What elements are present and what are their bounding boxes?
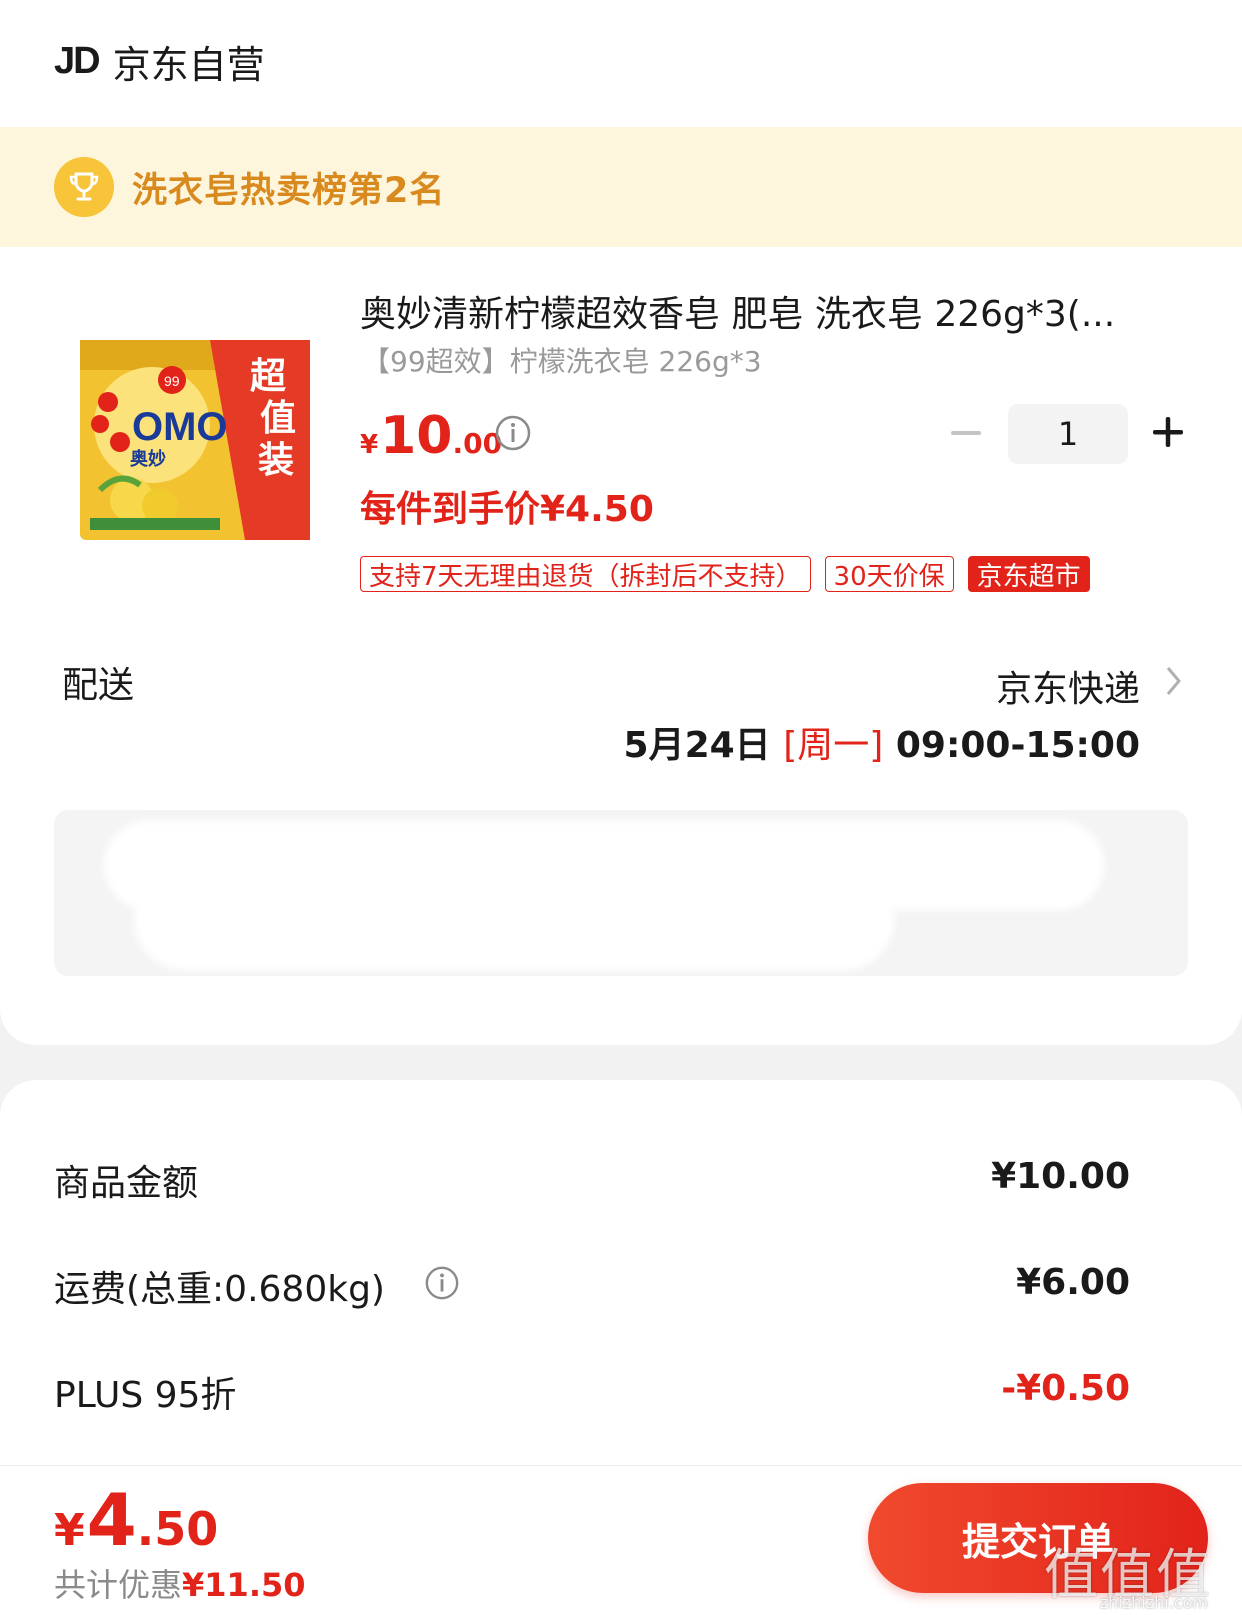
shipping-fee-value: ¥6.00 [1016, 1262, 1130, 1303]
total-savings[interactable]: 共计优惠¥11.50 [54, 1560, 306, 1606]
product-image[interactable]: OMO 奥妙 99 超 值 装 [60, 300, 330, 570]
shipping-fee-label: 运费(总重:0.680kg) [54, 1269, 385, 1310]
jd-logo: JD [54, 39, 101, 82]
watermark-url: zhizhizhi.com [1099, 1593, 1208, 1612]
delivery-weekday: [周一] [783, 725, 884, 766]
price-info-icon[interactable] [494, 414, 532, 452]
svg-text:值: 值 [260, 398, 296, 439]
delivery-window: 09:00-15:00 [895, 725, 1140, 766]
chevron-right-icon[interactable] [1164, 664, 1184, 698]
shipping-info-icon[interactable] [424, 1265, 460, 1301]
plus-discount-value: -¥0.50 [1001, 1368, 1130, 1409]
store-header[interactable]: JD 京东自营 [54, 36, 265, 87]
svg-text:装: 装 [258, 440, 294, 481]
delivery-time[interactable]: 5月24日 [周一] 09:00-15:00 [624, 716, 1140, 768]
delivery-date: 5月24日 [623, 725, 771, 766]
quantity-increase-button[interactable] [1150, 414, 1186, 450]
delivery-label: 配送 [62, 665, 135, 706]
redaction [674, 830, 1094, 900]
order-card: JD 京东自营 洗衣皂热卖榜第2名 OMO 奥妙 99 超 值 装 奥妙清新柠檬… [0, 0, 1242, 1045]
omo-logo-text: OMO [132, 405, 228, 449]
plus-discount-label: PLUS 95折 [54, 1375, 237, 1416]
jd-supermarket-tag: 京东超市 [967, 556, 1090, 592]
return-policy-tag[interactable]: 支持7天无理由退货（拆封后不支持） [360, 556, 811, 592]
product-spec[interactable]: 【99超效】柠檬洗衣皂 226g*3 [362, 340, 762, 380]
unit-final-price: 每件到手价¥4.50 [360, 489, 654, 530]
quantity-input[interactable]: 1 [1008, 404, 1128, 464]
goods-amount-label: 商品金额 [54, 1163, 199, 1204]
quantity-decrease-button[interactable] [948, 418, 984, 448]
delivery-method[interactable]: 京东快递 [996, 660, 1140, 712]
product-title[interactable]: 奥妙清新柠檬超效香皂 肥皂 洗衣皂 226g*3(... [360, 285, 1180, 337]
svg-text:99: 99 [164, 373, 180, 389]
svg-text:超: 超 [250, 356, 287, 397]
product-price: ¥ 10 .00 [360, 406, 503, 466]
store-name: 京东自营 [112, 42, 265, 87]
address-box-redacted[interactable] [54, 810, 1188, 976]
trophy-icon [54, 157, 114, 217]
rank-text: 洗衣皂热卖榜第2名 [132, 170, 446, 211]
service-tags: 支持7天无理由退货（拆封后不支持） 30天价保 京东超市 [360, 556, 1090, 592]
goods-amount-value: ¥10.00 [991, 1156, 1130, 1197]
svg-text:奥妙: 奥妙 [130, 448, 166, 470]
price-protect-tag[interactable]: 30天价保 [824, 556, 954, 592]
total-price: ¥ 4 .50 [54, 1478, 219, 1562]
rank-banner[interactable]: 洗衣皂热卖榜第2名 [0, 127, 1242, 247]
